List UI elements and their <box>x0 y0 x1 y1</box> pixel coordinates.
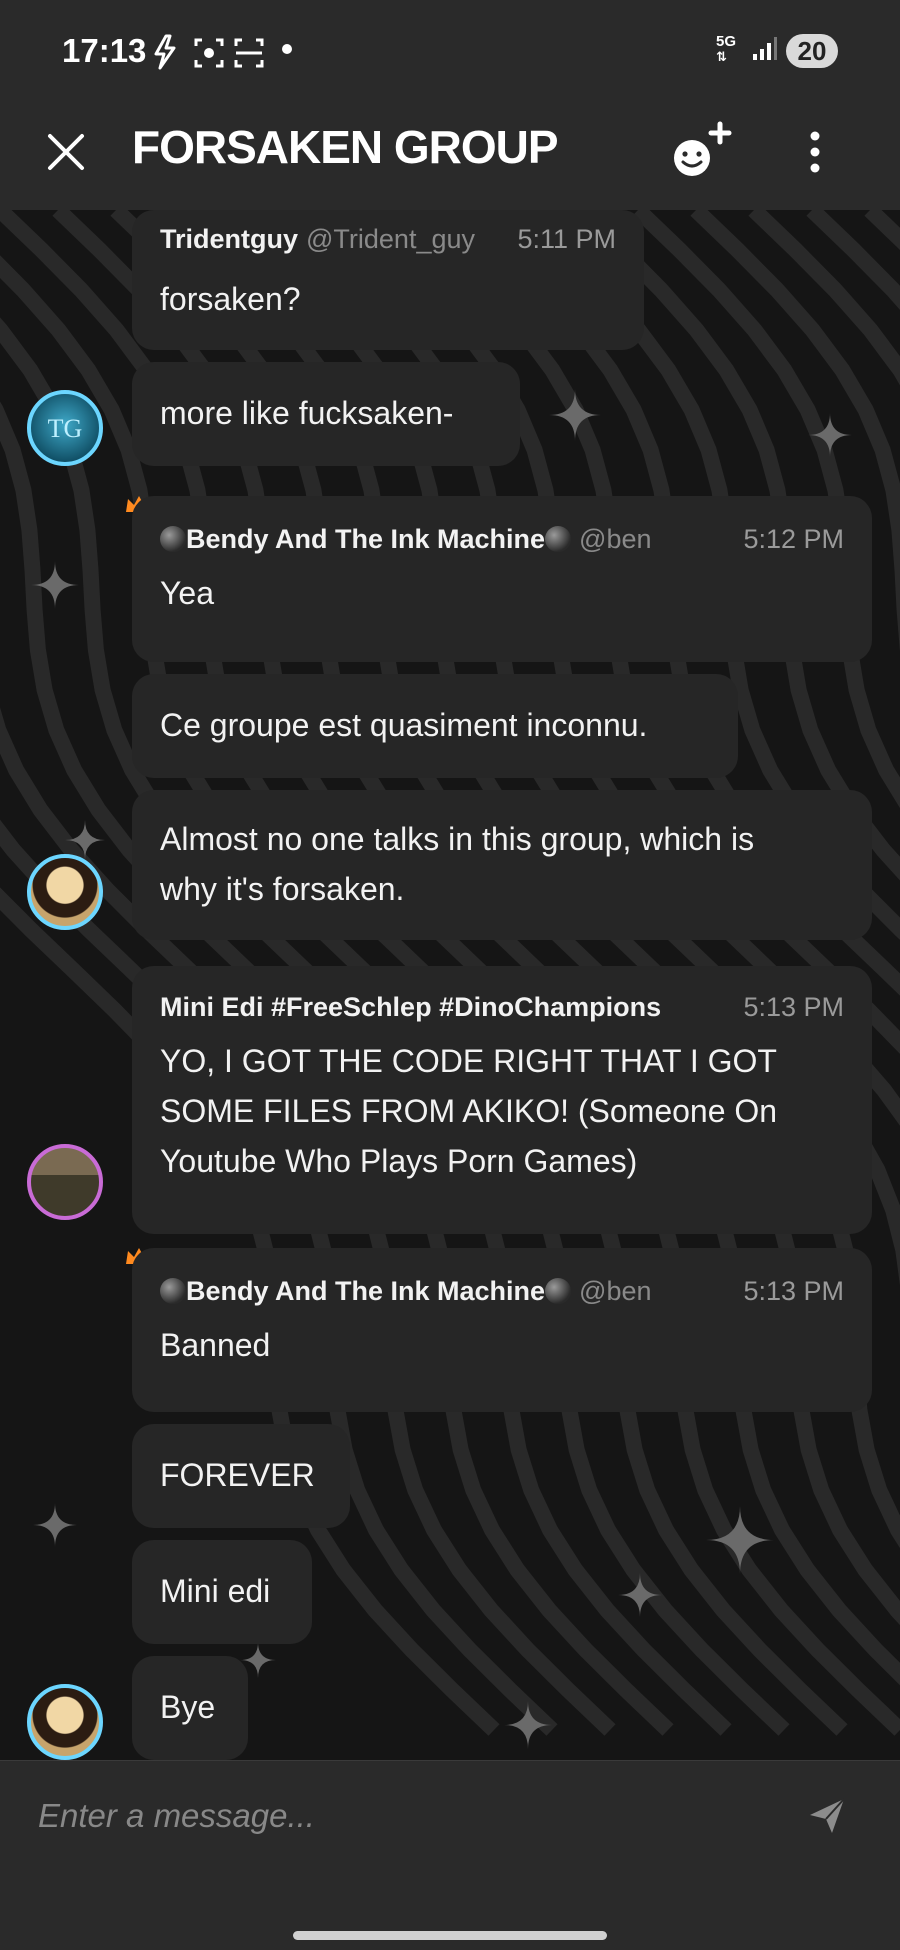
home-indicator <box>293 1931 607 1940</box>
notification-dot <box>282 44 292 54</box>
message-bubble[interactable]: more like fucksaken- <box>132 362 520 466</box>
message-text: Yea <box>160 575 214 611</box>
status-notification-icons <box>154 34 264 70</box>
message-time: 5:12 PM <box>731 524 844 555</box>
invite-member-icon[interactable] <box>668 118 734 184</box>
status-bar: 17:13 5G ⇅ 20 <box>0 0 900 100</box>
message-text: more like fucksaken- <box>160 395 454 431</box>
black-ball-icon <box>160 526 186 552</box>
message-text: YO, I GOT THE CODE RIGHT THAT I GOT SOME… <box>160 1043 778 1179</box>
message-bubble[interactable]: Bendy And The Ink Machine @ben 5:13 PM Ba… <box>132 1248 872 1412</box>
author-handle: @Trident_guy <box>306 224 476 254</box>
battery-indicator: 20 <box>786 34 838 68</box>
message-text: Almost no one talks in this group, which… <box>160 821 755 907</box>
message-bubble[interactable]: FOREVER <box>132 1424 350 1528</box>
message-bubble[interactable]: Almost no one talks in this group, which… <box>132 790 872 940</box>
send-icon[interactable] <box>806 1795 848 1837</box>
message-bubble[interactable]: Mini edi <box>132 1540 312 1644</box>
message-time: 5:11 PM <box>505 224 616 255</box>
message-text: Bye <box>160 1689 216 1725</box>
message-bubble[interactable]: Ce groupe est quasiment inconnu. <box>132 674 738 778</box>
avatar-bendy[interactable] <box>27 1684 103 1760</box>
message-meta: Tridentguy @Trident_guy 5:11 PM <box>160 224 616 264</box>
message-text: FOREVER <box>160 1457 315 1493</box>
message-bubble[interactable]: Mini Edi #FreeSchlep #DinoChampions 5:13… <box>132 966 872 1234</box>
message-bubble[interactable]: Tridentguy @Trident_guy 5:11 PM forsaken? <box>132 210 644 350</box>
black-ball-icon <box>545 526 572 552</box>
message-time: 5:13 PM <box>731 1276 844 1307</box>
chat-header: FORSAKEN GROUP <box>0 100 900 210</box>
message-text: Mini edi <box>160 1573 271 1609</box>
close-icon[interactable] <box>40 126 92 178</box>
black-ball-icon <box>160 1278 186 1304</box>
message-text: Ce groupe est quasiment inconnu. <box>160 707 648 743</box>
message-meta: Mini Edi #FreeSchlep #DinoChampions 5:13… <box>160 992 844 1032</box>
message-composer <box>0 1760 900 1950</box>
black-ball-icon <box>545 1278 572 1304</box>
message-input[interactable] <box>36 1787 760 1845</box>
scan-icon <box>234 38 264 68</box>
message-list[interactable]: Tridentguy @Trident_guy 5:11 PM forsaken?… <box>0 210 900 1760</box>
message-text: forsaken? <box>160 281 301 317</box>
network-type-label: 5G <box>716 33 737 50</box>
author-name[interactable]: Bendy And The Ink Machine <box>186 1276 545 1306</box>
author-handle: @ben <box>579 524 652 554</box>
message-meta: Bendy And The Ink Machine @ben 5:12 PM <box>160 524 844 564</box>
status-time: 17:13 <box>62 32 147 69</box>
author-name[interactable]: Bendy And The Ink Machine <box>186 524 545 554</box>
author-name[interactable]: Tridentguy <box>160 224 298 254</box>
message-bubble[interactable]: Bye <box>132 1656 248 1760</box>
avatar-bendy[interactable] <box>27 854 103 930</box>
signal-icon <box>753 37 777 60</box>
message-bubble[interactable]: Bendy And The Ink Machine @ben 5:12 PM Ye… <box>132 496 872 662</box>
group-title: FORSAKEN GROUP <box>132 121 559 173</box>
avatar-mini-edi[interactable] <box>27 1144 103 1220</box>
bolt-icon <box>154 34 176 70</box>
avatar-initials: TG <box>47 414 83 443</box>
author-name[interactable]: Mini Edi #FreeSchlep #DinoChampions <box>160 992 661 1022</box>
network-indicator: 5G ⇅ <box>716 33 737 64</box>
avatar-tridentguy[interactable]: TG <box>27 390 103 466</box>
screen-record-icon <box>194 38 224 68</box>
more-vertical-icon[interactable] <box>800 122 830 182</box>
message-text: Banned <box>160 1327 271 1363</box>
message-time: 5:13 PM <box>731 992 844 1023</box>
author-handle: @ben <box>579 1276 652 1306</box>
message-meta: Bendy And The Ink Machine @ben 5:13 PM <box>160 1276 844 1316</box>
